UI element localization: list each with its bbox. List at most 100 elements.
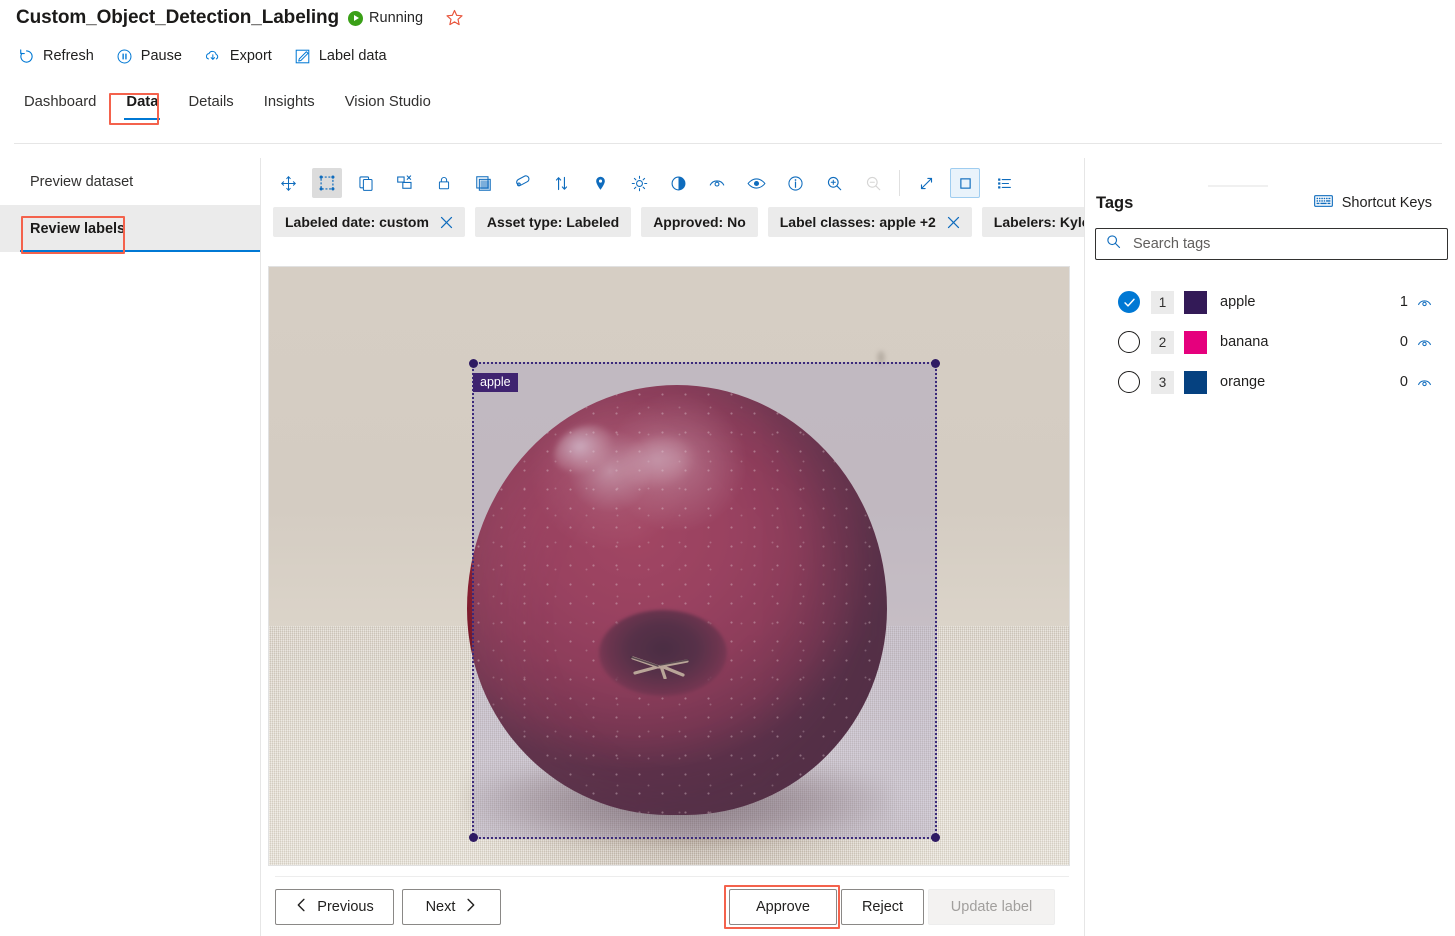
toolbar-divider <box>899 170 900 196</box>
fit-screen-icon[interactable] <box>911 168 941 198</box>
action-bar: Previous Next Approve Reject Update labe… <box>261 876 1083 936</box>
tag-count: 1 <box>1399 294 1408 310</box>
list-view-icon[interactable] <box>989 168 1019 198</box>
resize-handle-bottom-left[interactable] <box>469 833 478 842</box>
sidebar-item-review-labels[interactable]: Review labels <box>0 205 260 252</box>
visibility-icon[interactable] <box>741 168 771 198</box>
editor-toolbar <box>273 164 1073 202</box>
title-bar: Custom_Object_Detection_Labeling Running <box>0 0 1455 36</box>
tag-label: apple <box>1220 294 1256 310</box>
tag-count: 0 <box>1399 334 1408 350</box>
refresh-icon <box>18 48 35 65</box>
next-button[interactable]: Next <box>402 889 501 925</box>
tag-label: orange <box>1220 374 1266 390</box>
resize-handle-top-right[interactable] <box>931 359 940 368</box>
delete-region-icon[interactable] <box>390 168 420 198</box>
lock-icon[interactable] <box>429 168 459 198</box>
tag-item-banana[interactable]: 2 banana 0 <box>1095 322 1448 362</box>
single-view-icon[interactable] <box>950 168 980 198</box>
search-tags-box[interactable] <box>1095 228 1448 260</box>
filter-chip-labeled-date[interactable]: Labeled date: custom <box>273 207 465 237</box>
play-circle-icon <box>348 10 364 26</box>
bounding-box-region[interactable]: apple <box>469 359 940 842</box>
filter-chip-approved[interactable]: Approved: No <box>641 207 758 237</box>
cloud-download-icon <box>204 47 222 65</box>
tag-visibility-icon[interactable] <box>1417 376 1432 388</box>
blur-icon[interactable] <box>702 168 732 198</box>
reject-button[interactable]: Reject <box>841 889 924 925</box>
filter-chips: Labeled date: custom Asset type: Labeled… <box>273 206 1183 238</box>
export-button[interactable]: Export <box>204 47 272 65</box>
tag-icon[interactable] <box>507 168 537 198</box>
left-nav: Preview dataset Review labels <box>0 158 260 936</box>
sort-icon[interactable] <box>546 168 576 198</box>
refresh-button[interactable]: Refresh <box>18 48 94 65</box>
reject-label: Reject <box>861 899 904 915</box>
tag-index: 2 <box>1151 330 1174 354</box>
tag-index: 3 <box>1151 370 1174 394</box>
tab-insights[interactable]: Insights <box>262 92 317 120</box>
region-label: apple <box>473 373 518 392</box>
tag-item-orange[interactable]: 3 orange 0 <box>1095 362 1448 402</box>
copy-icon[interactable] <box>351 168 381 198</box>
export-label: Export <box>229 48 272 64</box>
zoom-in-icon[interactable] <box>819 168 849 198</box>
previous-button[interactable]: Previous <box>275 889 394 925</box>
shortcut-keys-label: Shortcut Keys <box>1341 195 1432 211</box>
close-icon[interactable] <box>440 216 453 229</box>
search-icon <box>1106 234 1121 254</box>
tab-data[interactable]: Data <box>124 92 161 120</box>
tag-radio-selected[interactable] <box>1118 291 1140 313</box>
tab-vision-studio[interactable]: Vision Studio <box>343 92 433 120</box>
pause-button[interactable]: Pause <box>116 48 182 65</box>
page-title: Custom_Object_Detection_Labeling <box>16 7 340 28</box>
resize-handle-bottom-right[interactable] <box>931 833 940 842</box>
panel-grabber <box>1208 185 1268 187</box>
shortcut-keys-button[interactable]: Shortcut Keys <box>1313 194 1432 212</box>
approve-button[interactable]: Approve <box>729 889 837 925</box>
tab-bar: Dashboard Data Details Insights Vision S… <box>0 92 1455 130</box>
tag-item-apple[interactable]: 1 apple 1 <box>1095 282 1448 322</box>
approve-label: Approve <box>755 899 810 915</box>
label-data-button[interactable]: Label data <box>294 48 387 65</box>
filter-chip-label-classes[interactable]: Label classes: apple +2 <box>767 207 972 237</box>
draw-bounding-box-icon[interactable] <box>312 168 342 198</box>
tags-title: Tags <box>1096 193 1134 212</box>
pause-label: Pause <box>140 48 182 64</box>
star-icon[interactable] <box>445 9 464 28</box>
next-label: Next <box>425 899 456 915</box>
tag-index: 1 <box>1151 290 1174 314</box>
pan-move-icon[interactable] <box>273 168 303 198</box>
tags-header: Tags Shortcut Keys <box>1096 190 1446 216</box>
tag-color-swatch <box>1184 330 1207 354</box>
tag-radio[interactable] <box>1118 331 1140 353</box>
tags-panel-divider <box>1084 158 1085 936</box>
tag-color-swatch <box>1184 370 1207 394</box>
tag-visibility-icon[interactable] <box>1417 336 1432 348</box>
image-canvas[interactable]: apple <box>268 266 1070 866</box>
brightness-icon[interactable] <box>624 168 654 198</box>
fill-region-icon[interactable] <box>468 168 498 198</box>
chevron-right-icon <box>464 898 477 916</box>
sidebar-item-label: Preview dataset <box>30 173 134 190</box>
tab-dashboard[interactable]: Dashboard <box>22 92 98 120</box>
location-pin-icon[interactable] <box>585 168 615 198</box>
label-editor: Labeled date: custom Asset type: Labeled… <box>261 158 1183 936</box>
edit-square-icon <box>294 48 311 65</box>
search-input[interactable] <box>1131 235 1447 253</box>
contrast-icon[interactable] <box>663 168 693 198</box>
tag-label: banana <box>1220 334 1269 350</box>
tag-radio[interactable] <box>1118 371 1140 393</box>
filter-chip-label: Asset type: Labeled <box>486 214 620 230</box>
filter-chip-asset-type[interactable]: Asset type: Labeled <box>474 207 632 237</box>
sidebar-item-preview-dataset[interactable]: Preview dataset <box>0 158 260 205</box>
tag-visibility-icon[interactable] <box>1417 296 1432 308</box>
label-data-label: Label data <box>318 48 387 64</box>
tab-details[interactable]: Details <box>186 92 235 120</box>
resize-handle-top-left[interactable] <box>469 359 478 368</box>
info-icon[interactable] <box>780 168 810 198</box>
refresh-label: Refresh <box>43 48 94 64</box>
status-label: Running <box>369 10 424 26</box>
close-icon[interactable] <box>947 216 960 229</box>
tag-color-swatch <box>1184 290 1207 314</box>
